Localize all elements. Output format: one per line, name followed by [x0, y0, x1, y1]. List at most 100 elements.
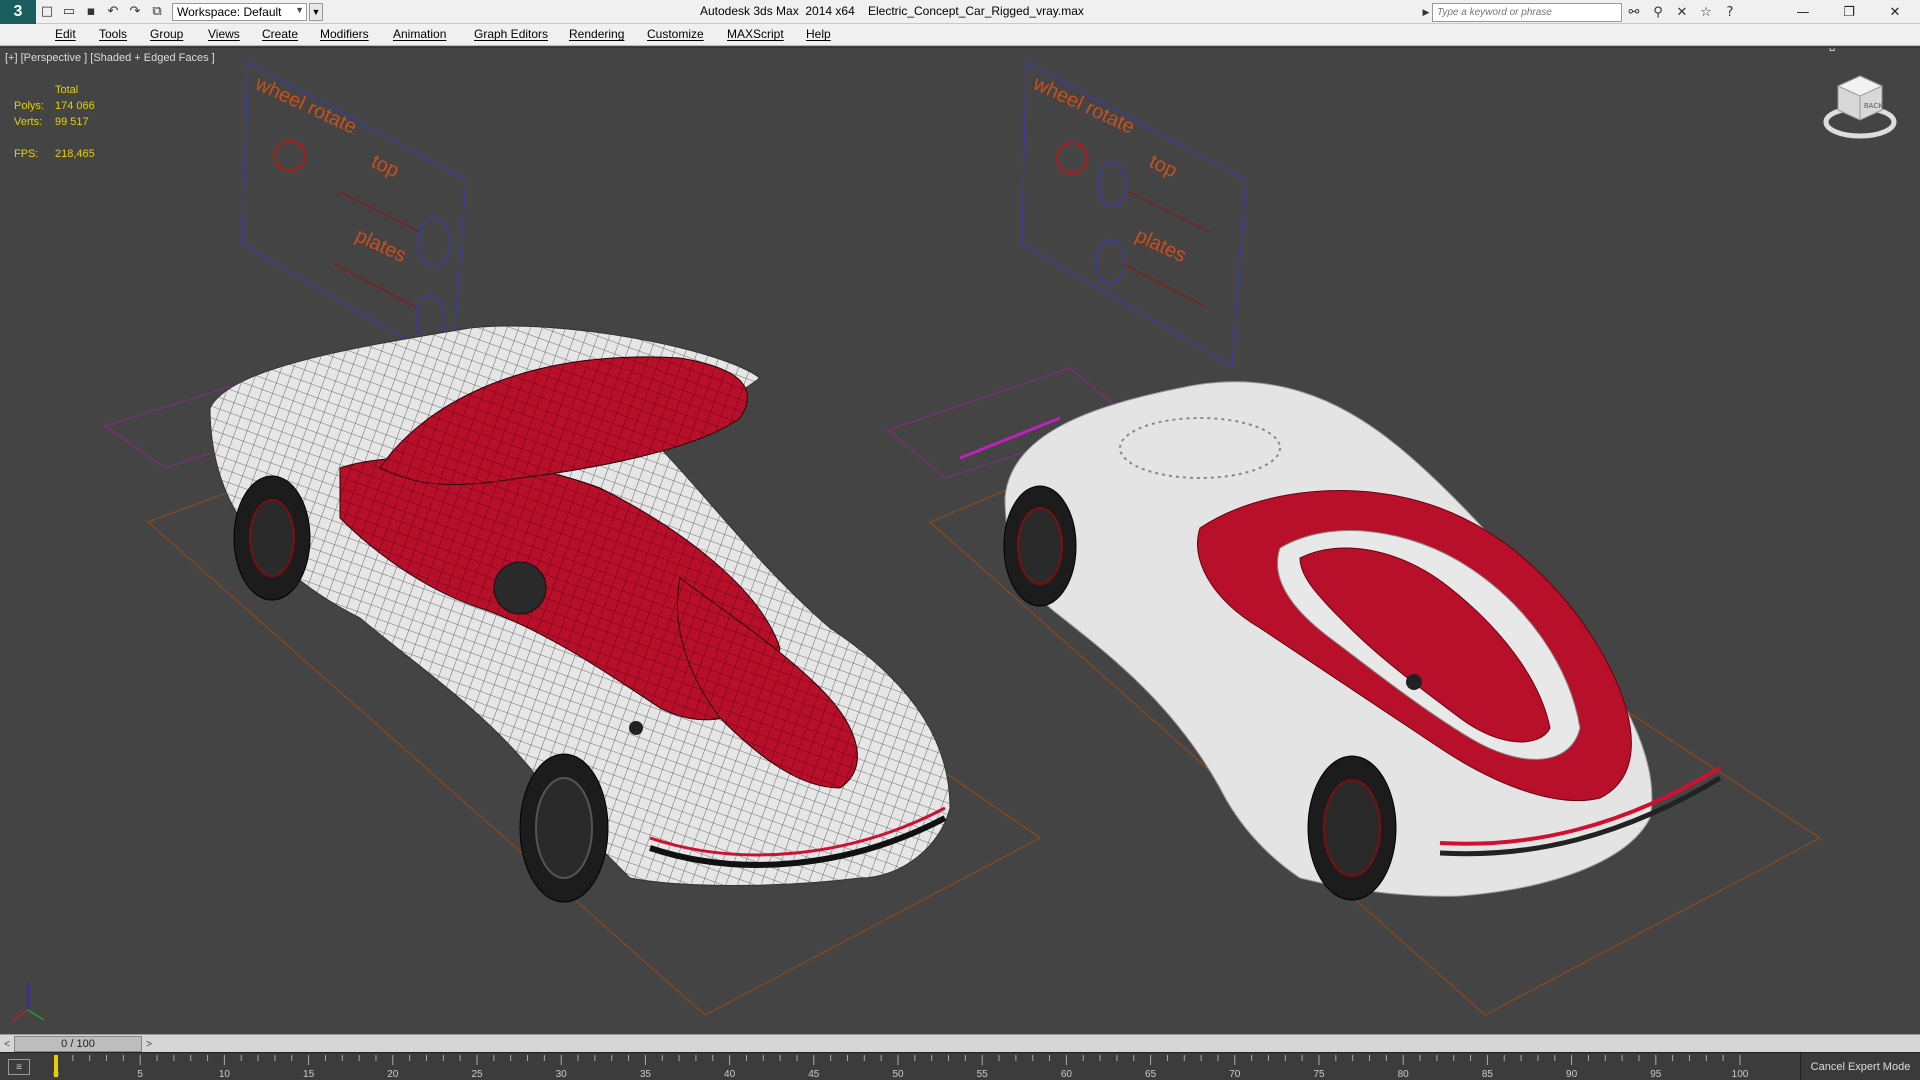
time-slider-bar: < 0 / 100 >	[0, 1034, 1920, 1052]
viewcube-home-icon[interactable]: ⌂	[1829, 48, 1835, 54]
rig-top-knob-right	[1097, 161, 1127, 207]
viewport-statistics: Total Polys: 174 066 Verts: 99 517 FPS: 218…	[14, 82, 114, 162]
workspace-label: Workspace: Default	[177, 4, 282, 19]
help-icon[interactable]: ?	[1718, 2, 1742, 22]
stats-header: Total	[55, 84, 79, 96]
ruler-tick-label: 55	[977, 1069, 989, 1080]
favorites-star-icon[interactable]: ☆	[1694, 2, 1718, 22]
ruler-tick-label: 40	[724, 1069, 736, 1080]
track-bar[interactable]: ≡ 05101520253035404550556065707580859095…	[0, 1052, 1920, 1080]
menu-modifiers[interactable]: Modifiers	[320, 27, 369, 41]
rig-label-plates-left: plates	[352, 225, 410, 267]
menu-views[interactable]: Views	[208, 27, 240, 41]
rig-label-top-left: top	[368, 151, 403, 183]
curve-editor-icon[interactable]: ≡	[8, 1059, 30, 1075]
menu-tools[interactable]: Tools	[99, 27, 127, 41]
rig-slider-plates-left	[333, 263, 415, 307]
menu-group[interactable]: Group	[150, 27, 183, 41]
verts-label: Verts:	[14, 116, 43, 128]
time-slider-text: 0 / 100	[61, 1038, 95, 1050]
qa-customize-icon[interactable]: ▼	[309, 2, 323, 21]
fps-label: FPS:	[14, 148, 39, 160]
undo-icon[interactable]: ↶	[102, 2, 124, 22]
current-frame-marker[interactable]	[54, 1055, 58, 1077]
title-bar: 3 □ ▭ ▪ ↶ ↷ ⧉ Workspace: Default ▼ ▼ Aut…	[0, 0, 1920, 24]
chevron-down-icon: ▼	[295, 4, 304, 15]
polys-label: Polys:	[14, 100, 44, 112]
rig-slider-plates-right	[1123, 263, 1205, 307]
rig-wheel-rotate-knob-right	[1056, 142, 1088, 174]
app-logo-icon[interactable]: 3	[0, 0, 36, 24]
viewcube-label: BACK	[1864, 103, 1883, 110]
menu-create[interactable]: Create	[262, 27, 298, 41]
menu-rendering[interactable]: Rendering	[569, 27, 624, 41]
rig-label-wheel-rotate-left: wheel rotate	[251, 72, 360, 138]
save-file-icon[interactable]: ▪	[80, 2, 102, 22]
rig-panel-left	[241, 60, 467, 368]
ruler-tick-label: 100	[1732, 1069, 1749, 1080]
ruler-tick-label: 85	[1482, 1069, 1494, 1080]
rig-wheel-rotate-knob-left	[274, 140, 306, 172]
close-icon[interactable]: ✕	[1872, 0, 1918, 24]
subscription-icon[interactable]: ⚲	[1646, 2, 1670, 22]
cancel-expert-mode-button[interactable]: Cancel Expert Mode	[1800, 1053, 1920, 1080]
ruler-tick-label: 75	[1313, 1069, 1325, 1080]
ruler-tick-label: 90	[1566, 1069, 1578, 1080]
viewport-label-menu[interactable]: [+] [Perspective ] [Shaded + Edged Faces…	[5, 52, 215, 64]
ruler-tick-label: 70	[1229, 1069, 1241, 1080]
ruler-tick-label: 65	[1145, 1069, 1157, 1080]
open-file-icon[interactable]: ▭	[58, 2, 80, 22]
ruler-tick-label: 95	[1650, 1069, 1662, 1080]
menu-maxscript[interactable]: MAXScript	[727, 27, 784, 41]
search-expand-icon[interactable]: ▶	[1420, 2, 1432, 22]
menu-graph-editors[interactable]: Graph Editors	[474, 27, 548, 41]
polys-value: 174 066	[55, 100, 95, 112]
restore-icon[interactable]: ❐	[1826, 0, 1872, 24]
ruler-tick-label: 10	[219, 1069, 231, 1080]
file-name: Electric_Concept_Car_Rigged_vray.max	[868, 4, 1084, 18]
axis-tripod	[11, 983, 45, 1021]
track-ruler: 0510152025303540455055606570758085909510…	[53, 1055, 1749, 1080]
ruler-tick-label: 15	[303, 1069, 315, 1080]
menu-customize[interactable]: Customize	[647, 27, 704, 41]
menu-help[interactable]: Help	[806, 27, 831, 41]
time-next-icon[interactable]: >	[142, 1035, 156, 1053]
redo-icon[interactable]: ↷	[124, 2, 146, 22]
search-input[interactable]	[1432, 2, 1622, 22]
minimize-icon[interactable]: —	[1780, 0, 1826, 24]
app-title: Autodesk 3ds Max 2014 x64	[700, 4, 855, 18]
ruler-tick-label: 45	[808, 1069, 820, 1080]
rig-label-wheel-rotate-right: wheel rotate	[1029, 72, 1138, 138]
ruler-tick-label: 20	[387, 1069, 399, 1080]
time-prev-icon[interactable]: <	[0, 1035, 14, 1053]
rig-plates-knob-right	[1095, 239, 1125, 285]
rig-panel-right	[1021, 60, 1247, 368]
rig-top-knob-left	[417, 217, 451, 267]
communication-icon[interactable]: ✕	[1670, 2, 1694, 22]
ruler-tick-label: 5	[137, 1069, 143, 1080]
rig-label-top-right: top	[1146, 151, 1181, 183]
workspace-dropdown[interactable]: Workspace: Default ▼	[172, 2, 307, 21]
perspective-viewport[interactable]: wheel rotate top plates wheel rotate top…	[0, 47, 1920, 1034]
app-window: 3 □ ▭ ▪ ↶ ↷ ⧉ Workspace: Default ▼ ▼ Aut…	[0, 0, 1920, 1080]
car-left-wireframe[interactable]	[209, 325, 951, 903]
project-folder-icon[interactable]: ⧉	[146, 2, 168, 22]
ruler-tick-label: 50	[892, 1069, 904, 1080]
menu-animation[interactable]: Animation	[393, 27, 446, 41]
fps-value: 218,465	[55, 148, 95, 160]
time-slider[interactable]: 0 / 100	[14, 1036, 142, 1052]
verts-value: 99 517	[55, 116, 89, 128]
new-file-icon[interactable]: □	[36, 2, 58, 22]
menu-bar: Edit Tools Group Views Create Modifiers …	[0, 24, 1920, 46]
car-right-shaded[interactable]	[1003, 381, 1722, 901]
rig-label-plates-right: plates	[1132, 225, 1190, 267]
ruler-tick-label: 80	[1398, 1069, 1410, 1080]
ruler-tick-label: 60	[1061, 1069, 1073, 1080]
viewcube-icon[interactable]: BACK	[1820, 66, 1900, 146]
infocenter: ▶ ⚯ ⚲ ✕ ☆ ?	[1420, 2, 1742, 22]
menu-edit[interactable]: Edit	[55, 27, 76, 41]
rig-slider-top-left	[339, 191, 421, 233]
ruler-tick-label: 25	[471, 1069, 483, 1080]
binoculars-icon[interactable]: ⚯	[1622, 2, 1646, 22]
ruler-tick-label: 35	[640, 1069, 652, 1080]
